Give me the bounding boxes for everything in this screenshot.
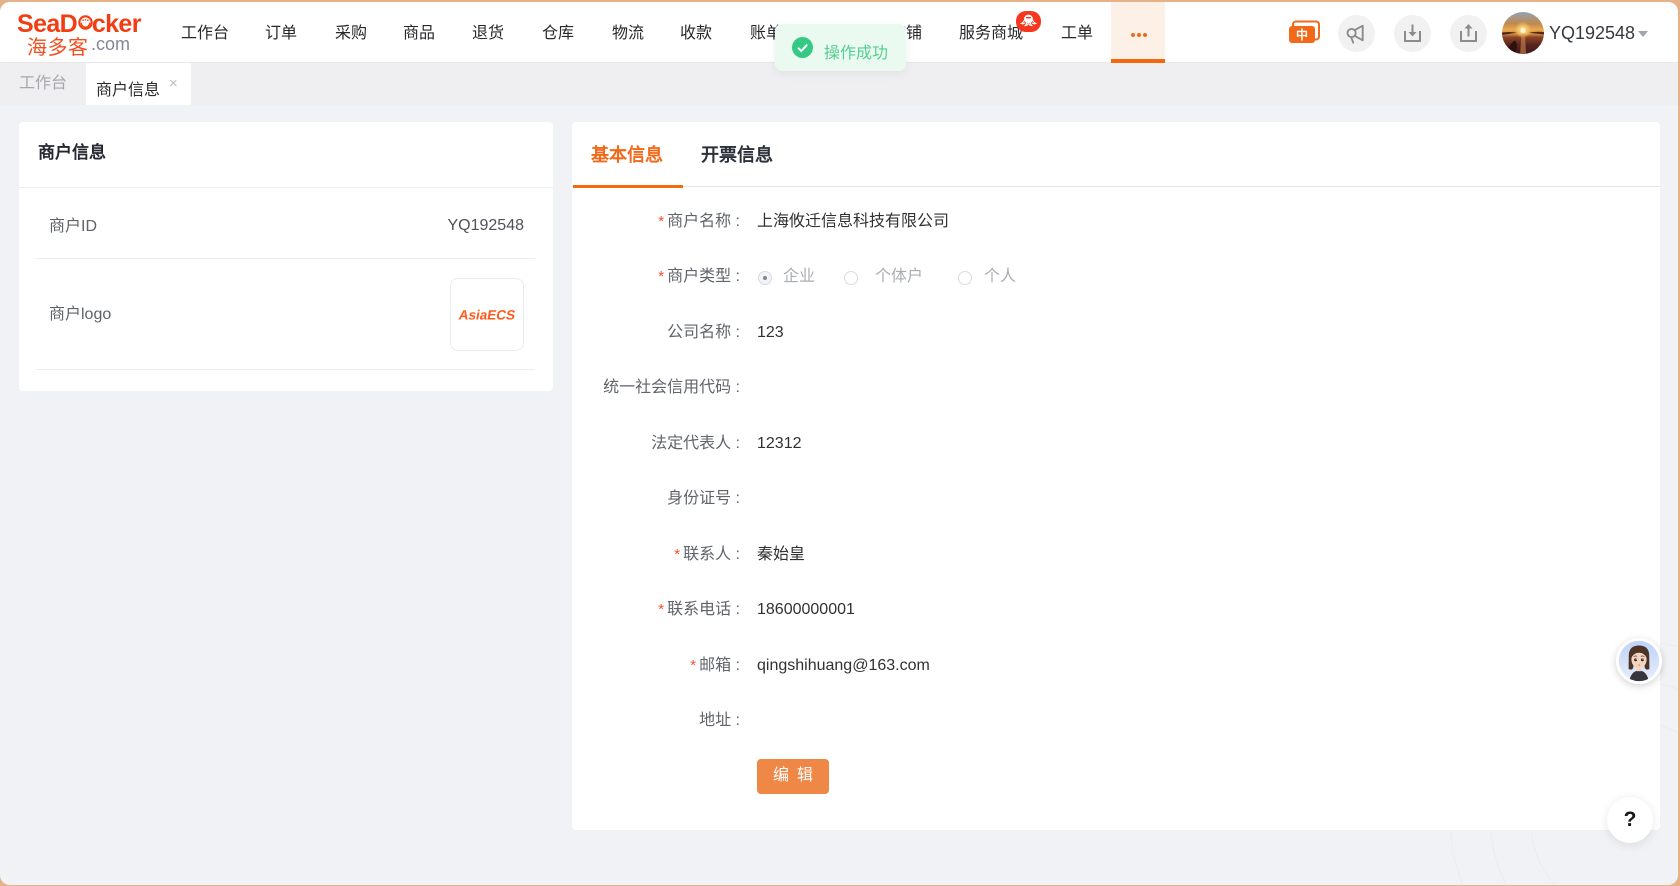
svg-text:中: 中: [1296, 27, 1308, 42]
